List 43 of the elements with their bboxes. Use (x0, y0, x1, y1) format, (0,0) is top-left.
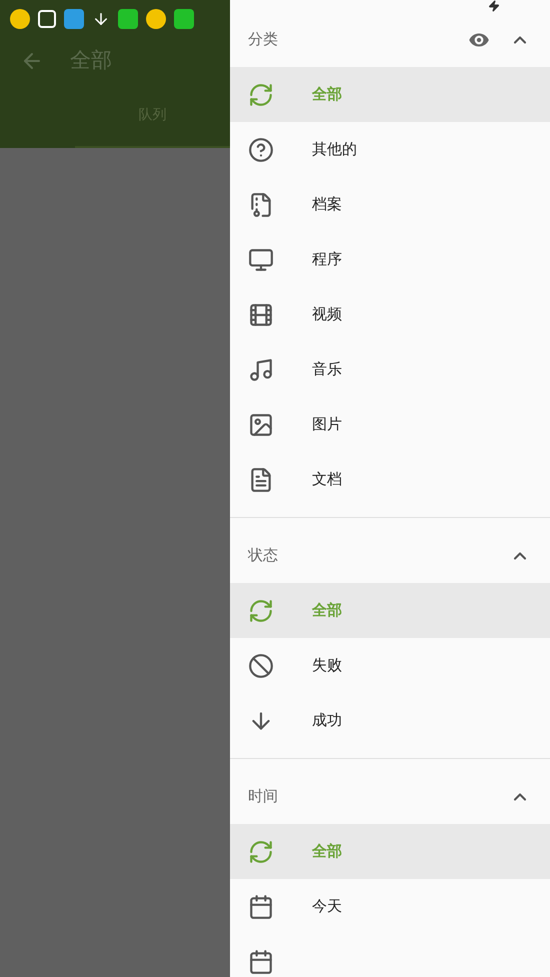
item-label: 全部 (312, 84, 342, 106)
question-icon (248, 136, 274, 162)
drawer-item[interactable]: 视频 (230, 287, 550, 342)
drawer-item[interactable]: 今天 (230, 879, 550, 934)
image-icon (248, 412, 274, 438)
app-icon (174, 8, 194, 28)
drawer-item[interactable]: 档案 (230, 177, 550, 232)
item-label: 图片 (312, 414, 342, 436)
app-icon (146, 8, 166, 28)
item-label: 全部 (312, 600, 342, 622)
app-icon (64, 8, 84, 28)
item-label: 视频 (312, 304, 342, 326)
sync-icon (248, 82, 274, 108)
item-label: 成功 (312, 710, 342, 732)
app-icon (118, 8, 138, 28)
item-label: 音乐 (312, 359, 342, 380)
item-label: 失败 (312, 655, 342, 676)
sync-icon (248, 838, 274, 864)
section-title: 时间 (248, 786, 279, 808)
section-title: 状态 (248, 545, 279, 566)
film-icon (248, 302, 274, 328)
calendar-icon (248, 948, 274, 974)
item-label: 文档 (312, 469, 342, 490)
drawer-item[interactable]: 其他的 (230, 122, 550, 177)
drawer-item[interactable]: 音乐 (230, 342, 550, 397)
monitor-icon (248, 246, 274, 272)
calendar-icon (248, 894, 274, 920)
drawer-item[interactable]: 成功 (230, 693, 550, 748)
section-title: 分类 (248, 29, 279, 50)
item-label: 程序 (312, 249, 342, 270)
drawer-item[interactable]: 失败 (230, 638, 550, 693)
item-label: 档案 (312, 194, 342, 216)
charging-icon (488, 0, 500, 12)
drawer-item[interactable]: 文档 (230, 452, 550, 507)
item-label: 全部 (312, 841, 342, 862)
drawer-item[interactable]: 图片 (230, 397, 550, 452)
sync-icon (248, 598, 274, 624)
drawer-item[interactable]: 程序 (230, 232, 550, 287)
item-label: 今天 (312, 896, 342, 918)
item-label: 其他的 (312, 139, 357, 160)
ban-icon (248, 652, 274, 678)
music-note-icon (248, 356, 274, 382)
app-icon (10, 8, 30, 28)
